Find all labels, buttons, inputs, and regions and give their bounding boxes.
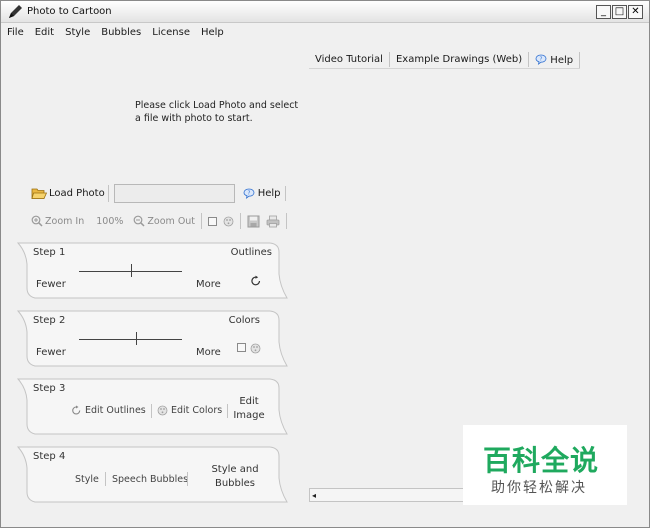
- edit-image-button[interactable]: Edit Image: [231, 395, 267, 423]
- palette-icon[interactable]: [250, 343, 261, 354]
- edit-colors-label: Edit Colors: [171, 405, 223, 416]
- instruction-text: Please click Load Photo and select a fil…: [135, 100, 299, 124]
- toolbar-divider: [286, 213, 288, 229]
- menu-help[interactable]: Help: [195, 24, 229, 42]
- step1-panel: Step 1 Outlines Fewer More: [17, 242, 288, 300]
- menu-style[interactable]: Style: [59, 24, 95, 42]
- refresh-icon[interactable]: [250, 275, 262, 287]
- palette-icon: [223, 216, 234, 226]
- step2-more-label: More: [196, 347, 221, 358]
- palette-icon: [157, 405, 168, 416]
- colors-slider[interactable]: [79, 332, 182, 345]
- style-button[interactable]: Style: [75, 474, 99, 485]
- step2-fewer-label: Fewer: [36, 347, 66, 358]
- style-and-bubbles-button[interactable]: Style and Bubbles: [203, 463, 267, 491]
- edit-outlines-button[interactable]: Edit Outlines: [71, 405, 146, 416]
- folder-open-icon: [31, 188, 47, 199]
- edit-colors-button[interactable]: Edit Colors: [157, 405, 222, 416]
- scroll-left-icon[interactable]: ◂: [312, 491, 316, 500]
- right-help-button[interactable]: ? Help: [529, 51, 581, 68]
- toolbar-divider: [151, 404, 152, 418]
- load-photo-row: Load Photo ? Help: [28, 184, 286, 203]
- step3-panel: Step 3 Edit Outlines Edit Colors Edit Im…: [17, 378, 288, 436]
- step2-colors-label: Colors: [228, 315, 260, 326]
- zoom-in-button[interactable]: Zoom In: [31, 215, 84, 227]
- minimize-button[interactable]: _: [596, 5, 611, 19]
- step4-panel: Step 4 Style Speech Bubbles Style and Bu…: [17, 446, 288, 504]
- example-drawings-link[interactable]: Example Drawings (Web): [390, 52, 530, 67]
- slider-thumb[interactable]: [136, 332, 137, 345]
- toolbar-divider: [187, 472, 188, 486]
- title-bar[interactable]: Photo to Cartoon _ □ ✕: [1, 1, 649, 23]
- app-window: Photo to Cartoon _ □ ✕ File Edit Style B…: [0, 0, 650, 528]
- compare-checkbox[interactable]: [208, 216, 218, 226]
- menu-bar: File Edit Style Bubbles License Help: [1, 24, 229, 42]
- menu-license[interactable]: License: [146, 24, 195, 42]
- step1-outlines-label: Outlines: [230, 247, 272, 258]
- outlines-slider[interactable]: [79, 264, 182, 277]
- horizontal-scrollbar[interactable]: ◂: [309, 488, 469, 502]
- watermark-logo: 百科全说 助你轻松解决: [463, 425, 627, 505]
- toolbar-divider: [240, 213, 242, 229]
- zoom-out-button[interactable]: Zoom Out: [133, 215, 195, 227]
- svg-text:?: ?: [540, 56, 543, 62]
- step1-fewer-label: Fewer: [36, 279, 66, 290]
- edit-outlines-label: Edit Outlines: [85, 405, 146, 416]
- watermark-main-text: 百科全说: [483, 444, 600, 477]
- colors-checkbox[interactable]: [237, 343, 246, 352]
- menu-bubbles[interactable]: Bubbles: [95, 24, 146, 42]
- step1-more-label: More: [196, 279, 221, 290]
- video-tutorial-link[interactable]: Video Tutorial: [309, 52, 390, 67]
- slider-thumb[interactable]: [131, 264, 132, 277]
- load-photo-button[interactable]: Load Photo: [28, 185, 109, 202]
- right-toolbar: Video Tutorial Example Drawings (Web) ? …: [309, 51, 581, 69]
- toolbar-divider: [201, 213, 203, 229]
- edit-image-line2: Image: [233, 410, 265, 421]
- menu-file[interactable]: File: [1, 24, 29, 42]
- zoom-out-label: Zoom Out: [147, 215, 196, 227]
- right-help-label: Help: [550, 54, 574, 66]
- help-bubble-icon: ?: [535, 54, 547, 65]
- watermark-sub-text: 助你轻松解决: [491, 480, 587, 496]
- window-title: Photo to Cartoon: [27, 6, 112, 17]
- print-icon[interactable]: [266, 215, 280, 228]
- step2-panel: Step 2 Colors Fewer More: [17, 310, 288, 368]
- load-help-button[interactable]: ? Help: [239, 186, 286, 201]
- zoom-in-icon: [31, 215, 43, 227]
- maximize-button[interactable]: □: [612, 5, 627, 19]
- zoom-out-icon: [134, 215, 145, 227]
- save-icon[interactable]: [247, 215, 260, 228]
- pencil-icon: [9, 5, 22, 18]
- style-and-bubbles-line1: Style and: [211, 464, 259, 475]
- step2-title: Step 2: [33, 315, 66, 326]
- help-bubble-icon: ?: [243, 188, 255, 199]
- refresh-icon: [72, 405, 81, 415]
- toolbar-divider: [227, 404, 228, 418]
- style-and-bubbles-line2: Bubbles: [214, 478, 256, 489]
- photo-path-field[interactable]: [113, 184, 235, 203]
- step4-title: Step 4: [33, 451, 66, 462]
- load-photo-label: Load Photo: [49, 188, 105, 199]
- zoom-toolbar: Zoom In 100% Zoom Out: [31, 213, 288, 229]
- svg-text:?: ?: [247, 191, 250, 197]
- step3-title: Step 3: [33, 383, 66, 394]
- close-button[interactable]: ✕: [628, 5, 643, 19]
- speech-bubbles-button[interactable]: Speech Bubbles: [112, 474, 188, 485]
- slider-track: [79, 339, 182, 340]
- edit-image-line1: Edit: [239, 396, 259, 407]
- menu-edit[interactable]: Edit: [29, 24, 59, 42]
- load-help-label: Help: [257, 188, 281, 199]
- toolbar-divider: [105, 472, 106, 486]
- step1-title: Step 1: [33, 247, 66, 258]
- zoom-level: 100%: [96, 215, 124, 227]
- zoom-in-label: Zoom In: [45, 215, 85, 227]
